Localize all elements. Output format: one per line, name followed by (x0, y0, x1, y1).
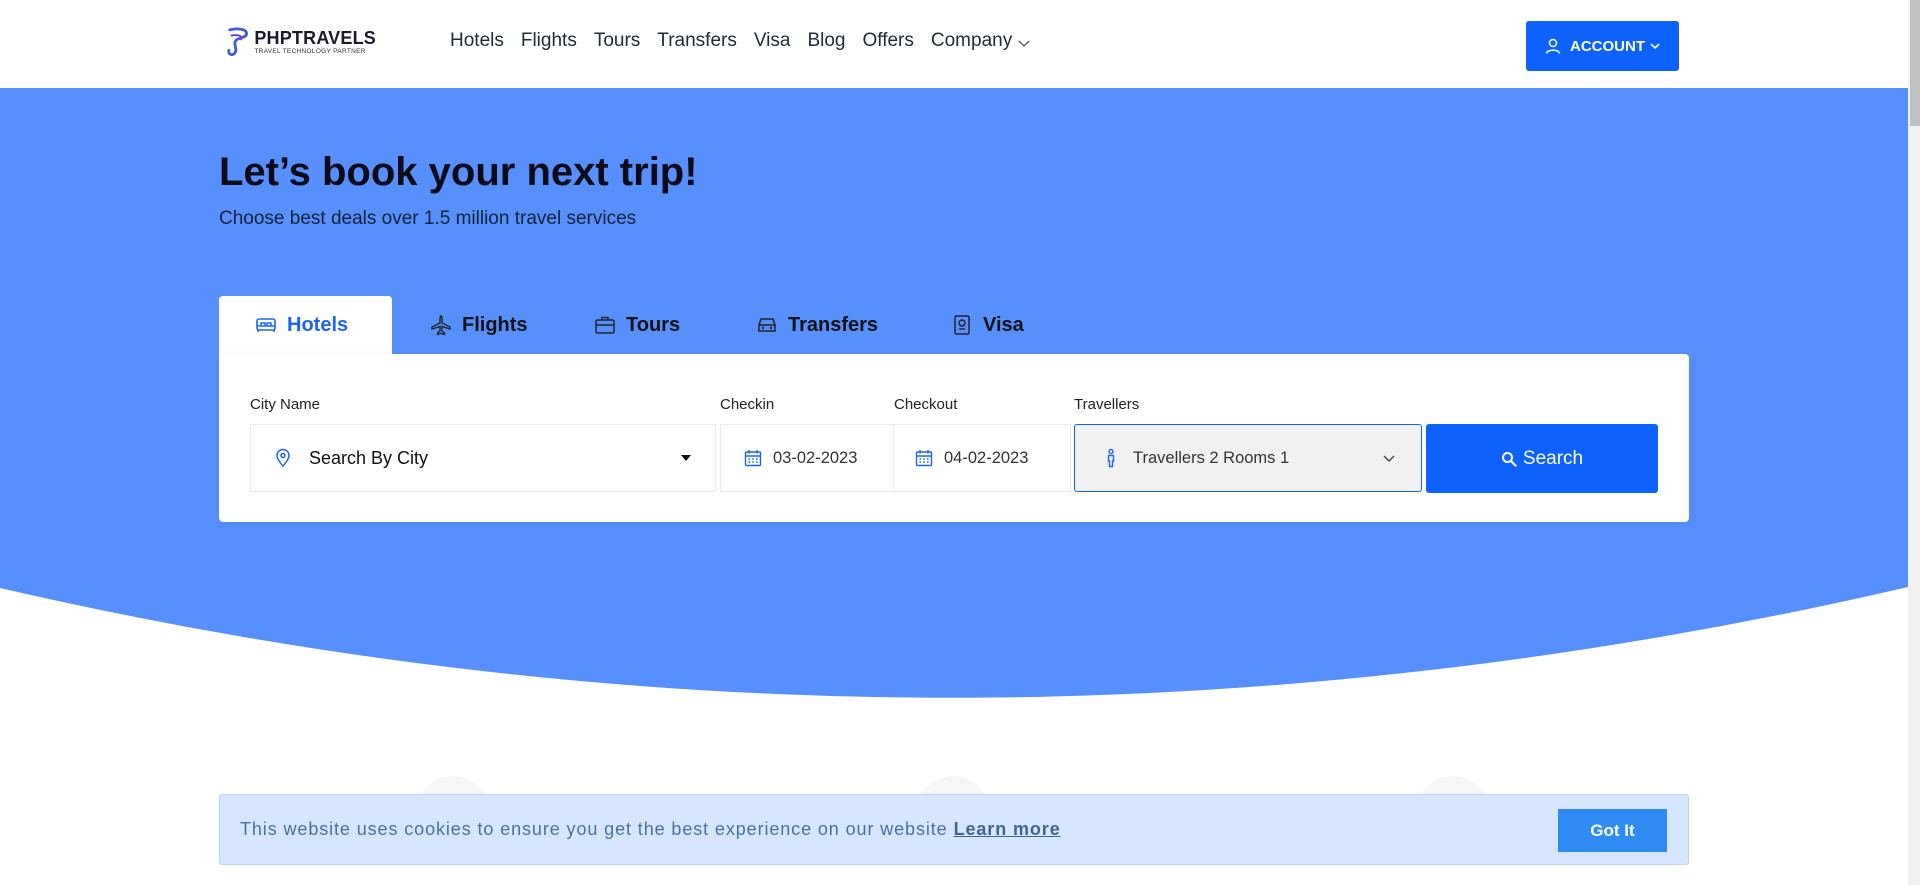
nav-company[interactable]: Company (931, 30, 1031, 52)
tab-visa-label: Visa (983, 313, 1024, 336)
city-name-label: City Name (250, 396, 321, 413)
tab-hotels[interactable]: Hotels (219, 296, 392, 354)
travellers-label: Travellers (1074, 396, 1140, 413)
logo-subtitle: TRAVEL TECHNOLOGY PARTNER (254, 47, 366, 55)
checkin-date-value: 03-02-2023 (773, 448, 858, 467)
city-select-value: Search By City (309, 447, 429, 468)
nav-transfers[interactable]: Transfers (657, 30, 737, 52)
cookie-learn-more-link[interactable]: Learn more (954, 819, 1061, 839)
calendar-icon (915, 450, 933, 467)
nav-tours[interactable]: Tours (594, 30, 640, 52)
checkout-label: Checkout (894, 396, 958, 413)
tab-transfers-label: Transfers (788, 313, 879, 336)
hotel-search-form: City Name Checkin Checkout Travellers Se… (219, 354, 1689, 522)
checkout-date-value: 04-02-2023 (944, 448, 1029, 467)
tab-tours[interactable]: Tours (594, 296, 724, 354)
nav-flights[interactable]: Flights (521, 30, 577, 52)
account-label: ACCOUNT (1570, 37, 1645, 55)
search-button[interactable]: Search (1426, 424, 1658, 493)
user-icon (1545, 38, 1561, 54)
nav-hotels[interactable]: Hotels (450, 30, 504, 52)
page-scrollbar[interactable] (1908, 0, 1920, 885)
cookie-accept-button[interactable]: Got It (1558, 809, 1667, 852)
tab-flights-label: Flights (462, 313, 528, 336)
logo-icon (227, 27, 248, 56)
site-header: PHPTRAVELS TRAVEL TECHNOLOGY PARTNER Hot… (0, 0, 1908, 88)
search-button-label: Search (1522, 447, 1584, 469)
main-nav: Hotels Flights Tours Transfers Visa Blog… (450, 30, 1048, 52)
tab-hotels-label: Hotels (287, 313, 349, 336)
checkin-date-field[interactable]: 03-02-2023 (720, 424, 894, 492)
tab-visa[interactable]: Visa (951, 296, 1024, 354)
person-icon (1107, 448, 1115, 468)
location-pin-icon (276, 448, 290, 468)
passport-icon (954, 315, 970, 335)
nav-blog[interactable]: Blog (807, 30, 845, 52)
checkout-date-field[interactable]: 04-02-2023 (893, 424, 1071, 492)
hero-subtitle: Choose best deals over 1.5 million trave… (219, 208, 637, 229)
scrollbar-thumb[interactable] (1910, 0, 1920, 126)
nav-visa[interactable]: Visa (754, 30, 791, 52)
caret-down-icon (681, 455, 691, 461)
cookie-banner: This website uses cookies to ensure you … (219, 794, 1689, 865)
car-icon (758, 318, 776, 332)
city-select[interactable]: Search By City (250, 424, 716, 492)
suitcase-icon (595, 316, 615, 334)
plane-icon (431, 315, 451, 336)
checkin-label: Checkin (720, 396, 775, 413)
travellers-dropdown[interactable]: Travellers 2 Rooms 1 (1074, 424, 1422, 492)
calendar-icon (744, 450, 762, 467)
bed-icon (256, 318, 276, 332)
tab-tours-label: Tours (626, 313, 681, 336)
search-tabs: Hotels Flights Tours Transfers Visa (219, 296, 1024, 354)
hero-section: Let’s book your next trip! Choose best d… (0, 88, 1908, 713)
tab-transfers[interactable]: Transfers (756, 296, 931, 354)
logo-title: PHPTRAVELS (254, 27, 376, 48)
search-icon (1501, 451, 1517, 467)
nav-company-label: Company (930, 30, 1013, 51)
travellers-value: Travellers 2 Rooms 1 (1133, 448, 1290, 467)
account-button[interactable]: ACCOUNT (1526, 21, 1679, 71)
hero-title: Let’s book your next trip! (219, 150, 698, 194)
tab-flights[interactable]: Flights (430, 296, 570, 354)
site-logo[interactable]: PHPTRAVELS TRAVEL TECHNOLOGY PARTNER (226, 24, 376, 60)
cookie-message: This website uses cookies to ensure you … (240, 819, 948, 839)
chevron-down-icon (1383, 455, 1395, 462)
chevron-down-icon (1018, 40, 1030, 47)
nav-offers[interactable]: Offers (863, 30, 914, 52)
chevron-down-icon (1650, 43, 1660, 50)
